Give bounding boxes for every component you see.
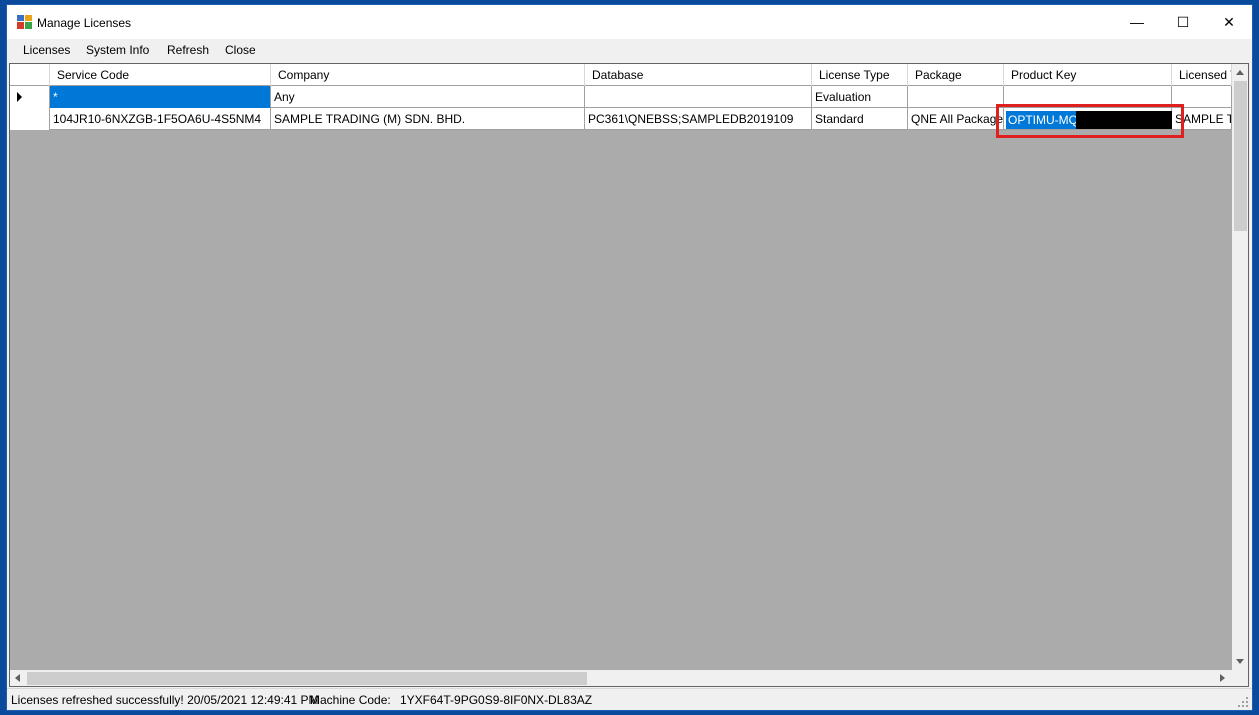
column-header-database[interactable]: Database: [585, 64, 812, 86]
cell-package[interactable]: [908, 86, 1004, 108]
horizontal-scroll-thumb[interactable]: [27, 672, 587, 685]
menu-system-info[interactable]: System Info: [84, 43, 151, 57]
current-row-arrow-icon: [17, 92, 22, 102]
row-header[interactable]: [10, 86, 50, 108]
cell-database[interactable]: PC361\QNEBSS;SAMPLEDB2019109: [585, 108, 812, 130]
row-header-corner[interactable]: [10, 64, 50, 86]
vertical-scrollbar[interactable]: [1232, 64, 1248, 670]
manage-licenses-window: Manage Licenses — ☐ ✕ Licenses System In…: [6, 4, 1253, 711]
status-message: Licenses refreshed successfully! 20/05/2…: [11, 693, 319, 707]
licenses-grid[interactable]: Service Code Company Database License Ty…: [9, 63, 1249, 687]
cell-license-type[interactable]: Standard: [812, 108, 908, 130]
column-header-service-code[interactable]: Service Code: [50, 64, 271, 86]
machine-code-label: Machine Code:: [310, 693, 391, 707]
close-window-button[interactable]: ✕: [1206, 5, 1252, 39]
column-header-licensed-to[interactable]: Licensed T: [1172, 64, 1232, 86]
resize-grip-icon[interactable]: [1238, 697, 1248, 707]
menu-refresh[interactable]: Refresh: [165, 43, 211, 57]
scroll-up-icon[interactable]: [1236, 70, 1244, 75]
horizontal-scrollbar[interactable]: [10, 670, 1232, 686]
row-header[interactable]: [10, 108, 50, 130]
status-bar: Licenses refreshed successfully! 20/05/2…: [7, 688, 1252, 710]
cell-license-type[interactable]: Evaluation: [812, 86, 908, 108]
minimize-button[interactable]: —: [1114, 5, 1160, 39]
scroll-right-icon[interactable]: [1220, 674, 1225, 682]
cell-package[interactable]: QNE All Packages: [908, 108, 1004, 130]
machine-code-value: 1YXF64T-9PG0S9-8IF0NX-DL83AZ: [400, 693, 593, 707]
menu-bar: Licenses System Info Refresh Close: [7, 39, 1252, 63]
grid-header-row: Service Code Company Database License Ty…: [10, 64, 1232, 86]
column-header-package[interactable]: Package: [908, 64, 1004, 86]
cell-company[interactable]: SAMPLE TRADING (M) SDN. BHD.: [271, 108, 585, 130]
window-title: Manage Licenses: [37, 16, 132, 30]
title-bar[interactable]: Manage Licenses — ☐ ✕: [7, 5, 1252, 39]
licenses-app-icon: [17, 15, 32, 29]
annotation-highlight-box: [996, 104, 1184, 138]
column-header-company[interactable]: Company: [271, 64, 585, 86]
menu-licenses[interactable]: Licenses: [21, 43, 72, 57]
maximize-icon: ☐: [1176, 13, 1190, 30]
cell-company[interactable]: Any: [271, 86, 585, 108]
maximize-button[interactable]: ☐: [1160, 5, 1206, 39]
menu-close[interactable]: Close: [223, 43, 258, 57]
column-header-license-type[interactable]: License Type: [812, 64, 908, 86]
cell-service-code[interactable]: *: [50, 86, 271, 108]
scroll-down-icon[interactable]: [1236, 659, 1244, 664]
cell-database[interactable]: [585, 86, 812, 108]
close-icon: ✕: [1223, 13, 1235, 30]
cell-service-code[interactable]: 104JR10-6NXZGB-1F5OA6U-4S5NM4: [50, 108, 271, 130]
scrollbar-corner: [1232, 670, 1248, 686]
vertical-scroll-thumb[interactable]: [1234, 81, 1247, 231]
minimize-icon: —: [1130, 14, 1144, 30]
column-header-product-key[interactable]: Product Key: [1004, 64, 1172, 86]
scroll-left-icon[interactable]: [15, 674, 20, 682]
